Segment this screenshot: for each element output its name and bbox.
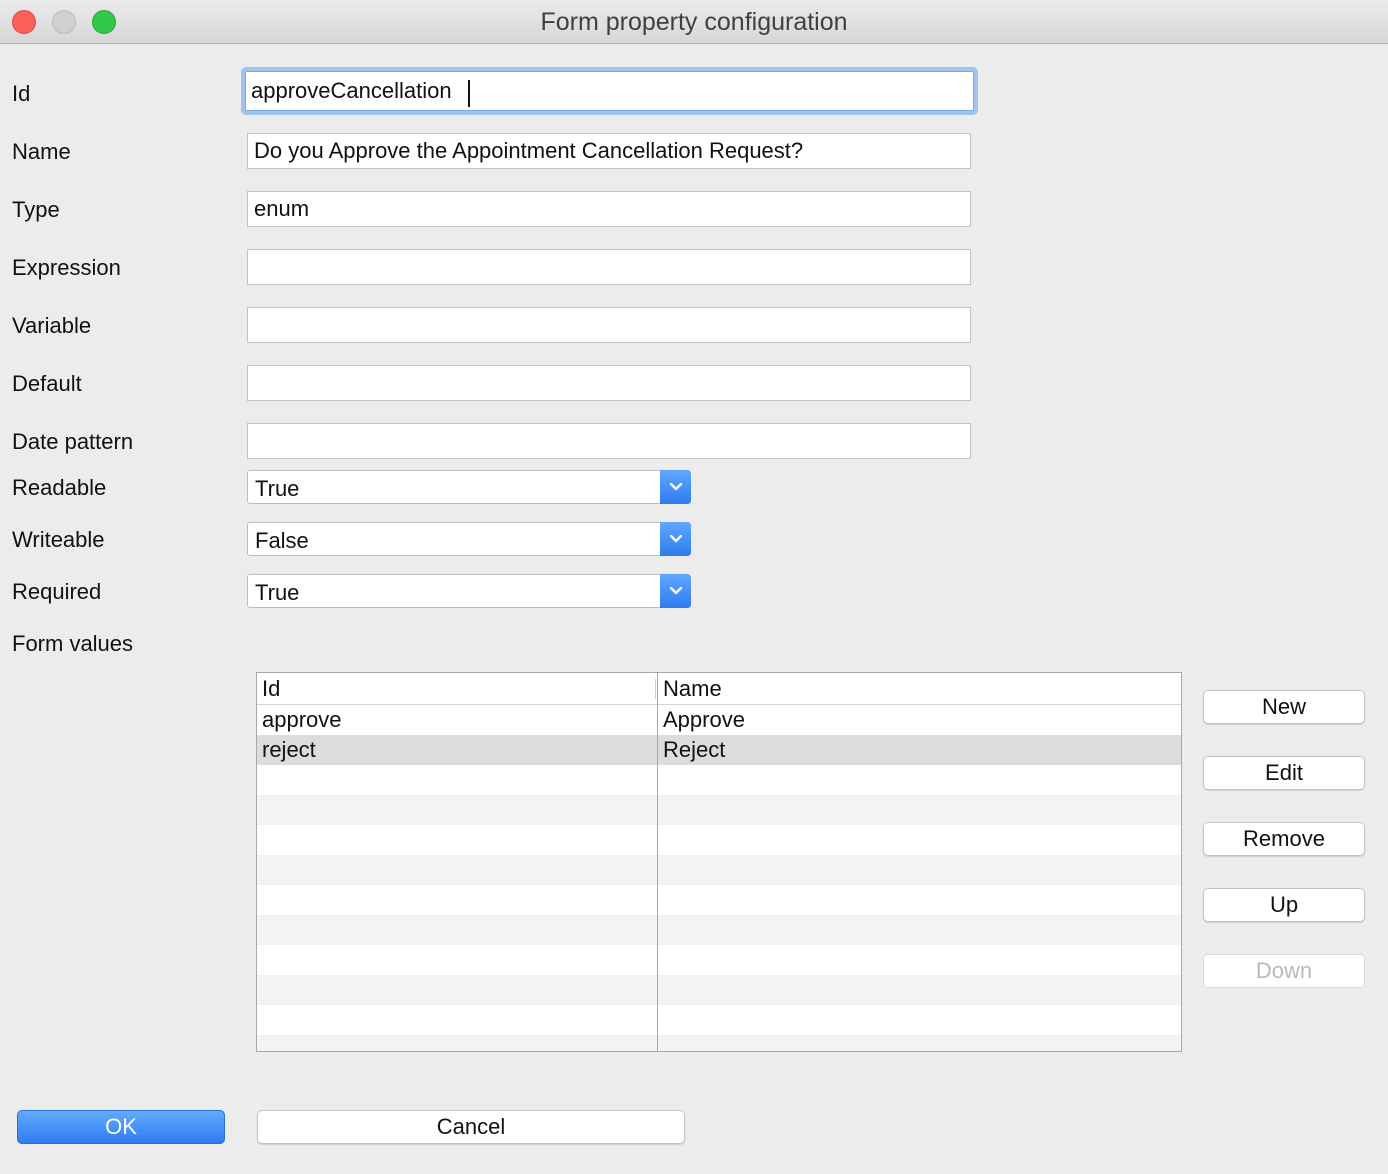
title-bar: Form property configuration: [0, 0, 1388, 44]
expression-label: Expression: [12, 255, 121, 280]
empty-row: [257, 765, 1181, 795]
window-title: Form property configuration: [540, 8, 848, 36]
row-id-cell: reject: [262, 737, 316, 762]
empty-row: [257, 945, 1181, 975]
down-button: Down: [1203, 954, 1365, 988]
column-header-id[interactable]: Id: [262, 676, 280, 702]
readable-select[interactable]: True: [247, 470, 691, 504]
readable-label: Readable: [12, 475, 107, 500]
ok-button[interactable]: OK: [17, 1110, 225, 1144]
writeable-value: False: [255, 528, 309, 553]
empty-row: [257, 795, 1181, 825]
default-input[interactable]: [247, 365, 971, 401]
form-values-label: Form values: [12, 631, 134, 656]
empty-row: [257, 1005, 1181, 1035]
date-pattern-input[interactable]: [247, 423, 971, 459]
empty-row: [257, 885, 1181, 915]
row-name-cell: Approve: [663, 707, 745, 732]
table-header: Id Name: [257, 673, 1181, 705]
required-select[interactable]: True: [247, 574, 691, 608]
table-row[interactable]: approve Approve: [257, 705, 1181, 735]
row-name-cell: Reject: [663, 737, 726, 762]
empty-row: [257, 825, 1181, 855]
id-input[interactable]: [241, 67, 978, 115]
new-button[interactable]: New: [1203, 690, 1365, 724]
chevron-down-icon[interactable]: [660, 522, 691, 556]
row-id-cell: approve: [262, 707, 342, 732]
type-label: Type: [12, 197, 60, 222]
chevron-down-icon[interactable]: [660, 574, 691, 608]
variable-input[interactable]: [247, 307, 971, 343]
cancel-button[interactable]: Cancel: [257, 1110, 685, 1144]
remove-button[interactable]: Remove: [1203, 822, 1365, 856]
table-row-selected[interactable]: reject Reject: [257, 735, 1181, 765]
header-divider: [655, 679, 656, 699]
default-label: Default: [12, 371, 82, 396]
required-value: True: [255, 580, 300, 605]
empty-row: [257, 915, 1181, 945]
readable-value: True: [255, 476, 300, 501]
text-caret: [468, 80, 470, 107]
name-input[interactable]: [247, 133, 971, 169]
writeable-select[interactable]: False: [247, 522, 691, 556]
writeable-label: Writeable: [12, 527, 105, 552]
column-header-name[interactable]: Name: [663, 676, 722, 702]
type-input[interactable]: [247, 191, 971, 227]
column-divider[interactable]: [657, 673, 658, 1051]
expression-input[interactable]: [247, 249, 971, 285]
edit-button[interactable]: Edit: [1203, 756, 1365, 790]
name-label: Name: [12, 139, 71, 164]
empty-row: [257, 1035, 1181, 1051]
date-pattern-label: Date pattern: [12, 429, 134, 454]
id-label: Id: [12, 81, 31, 106]
chevron-down-icon[interactable]: [660, 470, 691, 504]
empty-row: [257, 855, 1181, 885]
up-button[interactable]: Up: [1203, 888, 1365, 922]
empty-row: [257, 975, 1181, 1005]
required-label: Required: [12, 579, 102, 604]
variable-label: Variable: [12, 313, 92, 338]
form-values-table[interactable]: Id Name approve Approve reject Reject: [256, 672, 1182, 1052]
